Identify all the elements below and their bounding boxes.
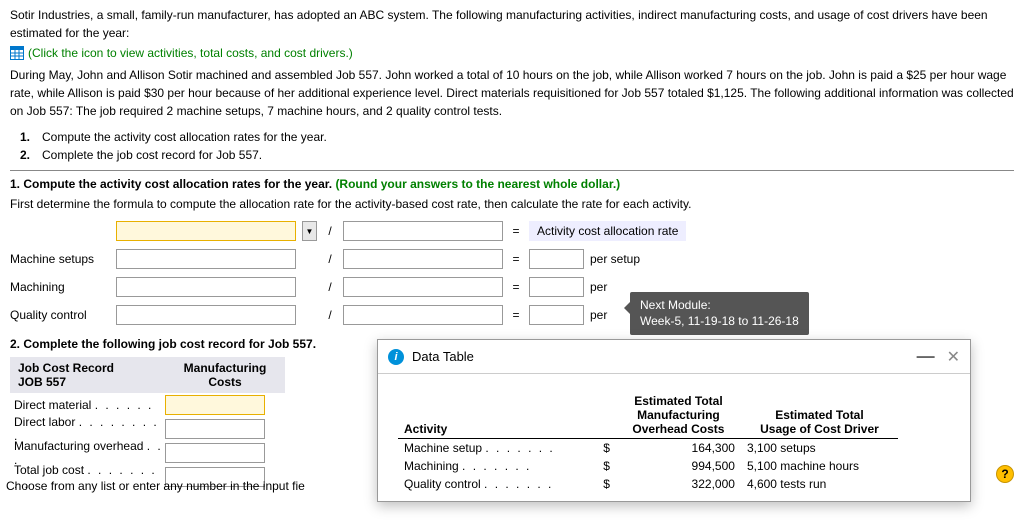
scenario-text: During May, John and Allison Sotir machi… (10, 66, 1014, 120)
formula-numerator-select[interactable] (116, 221, 296, 241)
requirement-1: 1. Compute the activity cost allocation … (20, 128, 1014, 146)
view-activities-text: (Click the icon to view activities, tota… (28, 46, 353, 60)
manufacturing-overhead-input[interactable] (165, 443, 265, 463)
job-cost-record: Job Cost Record JOB 557 Manufacturing Co… (10, 357, 285, 489)
quality-numerator[interactable] (116, 305, 296, 325)
footer-instruction: Choose from any list or enter any number… (6, 479, 305, 493)
data-table-modal: i Data Table — ✕ Activity Estimated Tota… (377, 339, 971, 502)
rate-label: Activity cost allocation rate (529, 221, 686, 241)
activity-data-table: Activity Estimated Total Manufacturing O… (398, 392, 898, 493)
setups-numerator[interactable] (116, 249, 296, 269)
table-row: Machining . . . . . . . $ 994,500 5,100 … (398, 457, 898, 475)
setups-denominator[interactable] (343, 249, 503, 269)
quality-rate[interactable] (529, 305, 584, 325)
next-module-tooltip: Next Module: Week-5, 11-19-18 to 11-26-1… (630, 292, 809, 335)
machining-rate[interactable] (529, 277, 584, 297)
table-row: Quality control . . . . . . . $ 322,000 … (398, 475, 898, 493)
q1-header: 1. Compute the activity cost allocation … (10, 177, 1014, 191)
formula-header-row: ▼ / = Activity cost allocation rate (10, 219, 1014, 243)
machining-row: Machining / = per (10, 275, 1014, 299)
table-icon (10, 46, 24, 60)
formula-denominator-select[interactable] (343, 221, 503, 241)
direct-material-label: Direct material . . . . . . (10, 398, 165, 412)
machine-setups-row: Machine setups / = per setup (10, 247, 1014, 271)
divider (10, 170, 1014, 171)
view-activities-link[interactable]: (Click the icon to view activities, tota… (10, 46, 1014, 60)
intro-text: Sotir Industries, a small, family-run ma… (10, 6, 1014, 42)
requirement-2: 2. Complete the job cost record for Job … (20, 146, 1014, 164)
direct-material-input[interactable] (165, 395, 265, 415)
quality-control-row: Quality control / = per (10, 303, 1014, 327)
help-button[interactable]: ? (996, 465, 1014, 483)
dropdown-icon[interactable]: ▼ (302, 221, 317, 241)
table-row: Machine setup . . . . . . . $ 164,300 3,… (398, 439, 898, 458)
machining-denominator[interactable] (343, 277, 503, 297)
setups-rate[interactable] (529, 249, 584, 269)
modal-title: Data Table (412, 349, 474, 364)
direct-labor-input[interactable] (165, 419, 265, 439)
quality-denominator[interactable] (343, 305, 503, 325)
info-icon: i (388, 349, 404, 365)
machining-numerator[interactable] (116, 277, 296, 297)
q1-subtext: First determine the formula to compute t… (10, 197, 1014, 211)
minimize-button[interactable]: — (917, 346, 935, 367)
close-button[interactable]: ✕ (947, 347, 960, 367)
